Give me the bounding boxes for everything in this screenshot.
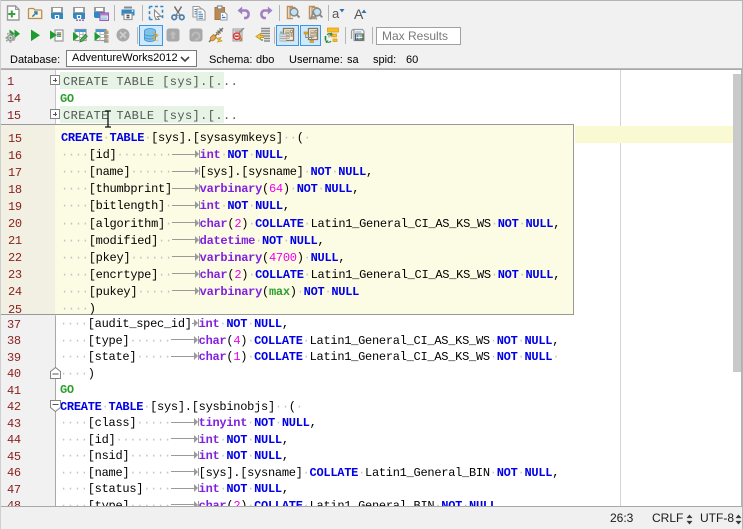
svg-text:A: A <box>354 6 364 21</box>
svg-text:a: a <box>332 6 340 21</box>
